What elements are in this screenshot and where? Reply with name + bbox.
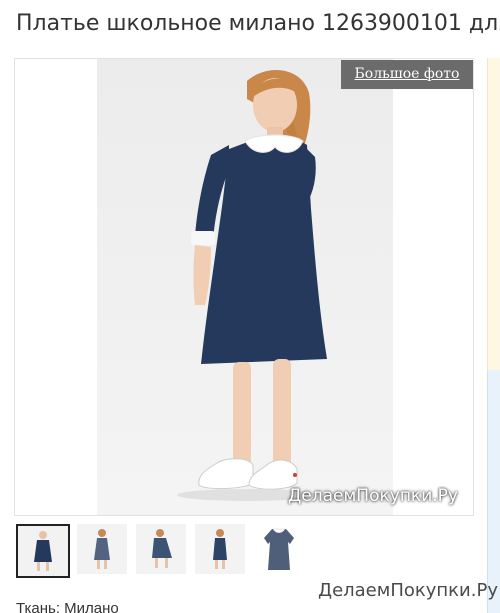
product-title: Платье школьное милано 1263900101 для xyxy=(16,11,500,36)
big-photo-button[interactable]: Большое фото xyxy=(341,60,473,89)
thumbnail-3[interactable] xyxy=(136,524,190,578)
photo-watermark: ДелаемПокупки.Ру xyxy=(288,486,458,506)
girl-in-dress-illustration xyxy=(97,59,393,515)
sidebar-panel-bottom xyxy=(487,370,500,613)
sidebar-panel-top xyxy=(487,58,500,370)
fabric-info: Ткань: Милано xyxy=(16,600,119,613)
footer-watermark: ДелаемПокупки.Ру xyxy=(318,580,498,601)
thumbnail-5[interactable] xyxy=(254,524,308,578)
thumbnail-dress-front xyxy=(18,526,68,576)
main-product-photo[interactable] xyxy=(97,59,393,515)
thumbnail-1[interactable] xyxy=(16,524,70,578)
thumbnail-dress-side xyxy=(77,524,127,574)
thumbnail-4[interactable] xyxy=(195,524,249,578)
thumbnail-2[interactable] xyxy=(77,524,131,578)
thumbnail-dress-pose xyxy=(136,524,186,574)
thumbnail-dress-back xyxy=(195,524,245,574)
thumbnail-strip xyxy=(14,524,314,580)
product-page: Платье школьное милано 1263900101 для Бо… xyxy=(0,0,500,613)
thumbnail-dress-flat xyxy=(254,524,304,574)
